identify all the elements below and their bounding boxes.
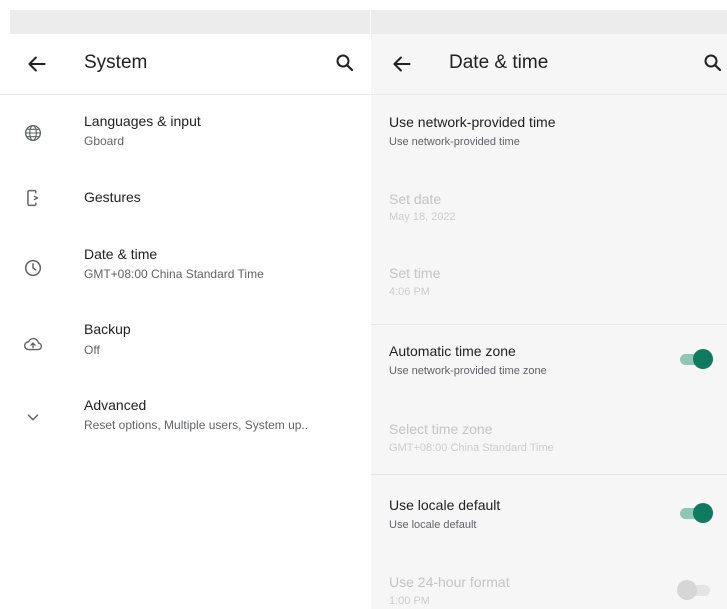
section-divider [371, 474, 727, 475]
pref-title: Use locale default [389, 497, 501, 513]
pref-summary: Use network-provided time zone [389, 365, 547, 377]
date-time-pane: Date & time Use network-provided time Us… [371, 34, 727, 609]
menu-item-label: Languages & input [84, 113, 201, 129]
menu-item-summary: Gboard [84, 134, 125, 148]
pref-set-date[interactable]: Set date May 18, 2022 [371, 179, 727, 249]
chevron-down-icon [27, 414, 39, 421]
page-title: System [84, 52, 148, 73]
menu-item-label: Date & time [84, 246, 158, 262]
pref-title: Set time [389, 265, 441, 281]
menu-item-label: Gestures [84, 189, 141, 205]
pref-summary: Use network-provided time [389, 136, 520, 148]
system-app-bar: System [0, 34, 370, 95]
pref-use-24-hour-format[interactable]: Use 24-hour format 1:00 PM [371, 564, 727, 609]
status-bar-right [371, 10, 727, 34]
menu-item-label: Advanced [84, 397, 147, 413]
date-time-app-bar: Date & time [371, 34, 727, 95]
back-arrow-icon[interactable] [24, 51, 50, 77]
globe-icon [24, 124, 42, 142]
switch-thumb [677, 580, 697, 600]
menu-item-gestures[interactable]: Gestures [0, 172, 370, 232]
pref-select-time-zone[interactable]: Select time zone GMT+08:00 China Standar… [371, 409, 727, 469]
pref-title: Use 24-hour format [389, 574, 510, 590]
pref-automatic-time-zone[interactable]: Automatic time zone Use network-provided… [371, 331, 727, 401]
page-title: Date & time [449, 52, 549, 73]
pref-title: Automatic time zone [389, 343, 516, 359]
switch-thumb [693, 503, 713, 523]
search-icon[interactable] [333, 51, 357, 75]
use-24-hour-format-toggle[interactable] [677, 579, 715, 601]
use-locale-default-toggle[interactable] [677, 502, 715, 524]
pref-use-network-time[interactable]: Use network-provided time Use network-pr… [371, 104, 727, 174]
pref-summary: 1:00 PM [389, 595, 430, 607]
pref-title: Select time zone [389, 421, 493, 437]
menu-item-languages-input[interactable]: Languages & input Gboard [0, 106, 370, 166]
menu-item-backup[interactable]: Backup Off [0, 316, 370, 376]
menu-item-summary: Reset options, Multiple users, System up… [84, 418, 309, 432]
top-strip [0, 0, 727, 10]
section-divider [371, 324, 727, 325]
switch-thumb [693, 349, 713, 369]
menu-item-summary: GMT+08:00 China Standard Time [84, 267, 264, 281]
pref-summary: GMT+08:00 China Standard Time [389, 442, 554, 454]
clock-icon [24, 259, 42, 277]
cloud-upload-icon [24, 337, 43, 351]
back-arrow-icon[interactable] [389, 51, 415, 77]
pref-set-time[interactable]: Set time 4:06 PM [371, 254, 727, 324]
menu-item-date-time[interactable]: Date & time GMT+08:00 China Standard Tim… [0, 239, 370, 299]
system-pane: System Languages & input Gboard Gestures… [0, 34, 370, 609]
pref-use-locale-default[interactable]: Use locale default Use locale default [371, 481, 727, 551]
pref-title: Set date [389, 191, 442, 207]
status-bar-left [10, 10, 370, 34]
menu-item-summary: Off [84, 343, 100, 357]
pref-summary: Use locale default [389, 519, 477, 531]
pref-title: Use network-provided time [389, 114, 556, 130]
pref-summary: May 18, 2022 [389, 211, 456, 223]
menu-item-label: Backup [84, 321, 131, 337]
menu-item-advanced[interactable]: Advanced Reset options, Multiple users, … [0, 392, 370, 452]
pref-summary: 4:06 PM [389, 286, 430, 298]
phone-gesture-icon [27, 189, 39, 207]
automatic-time-zone-toggle[interactable] [677, 348, 715, 370]
search-icon[interactable] [701, 51, 725, 75]
